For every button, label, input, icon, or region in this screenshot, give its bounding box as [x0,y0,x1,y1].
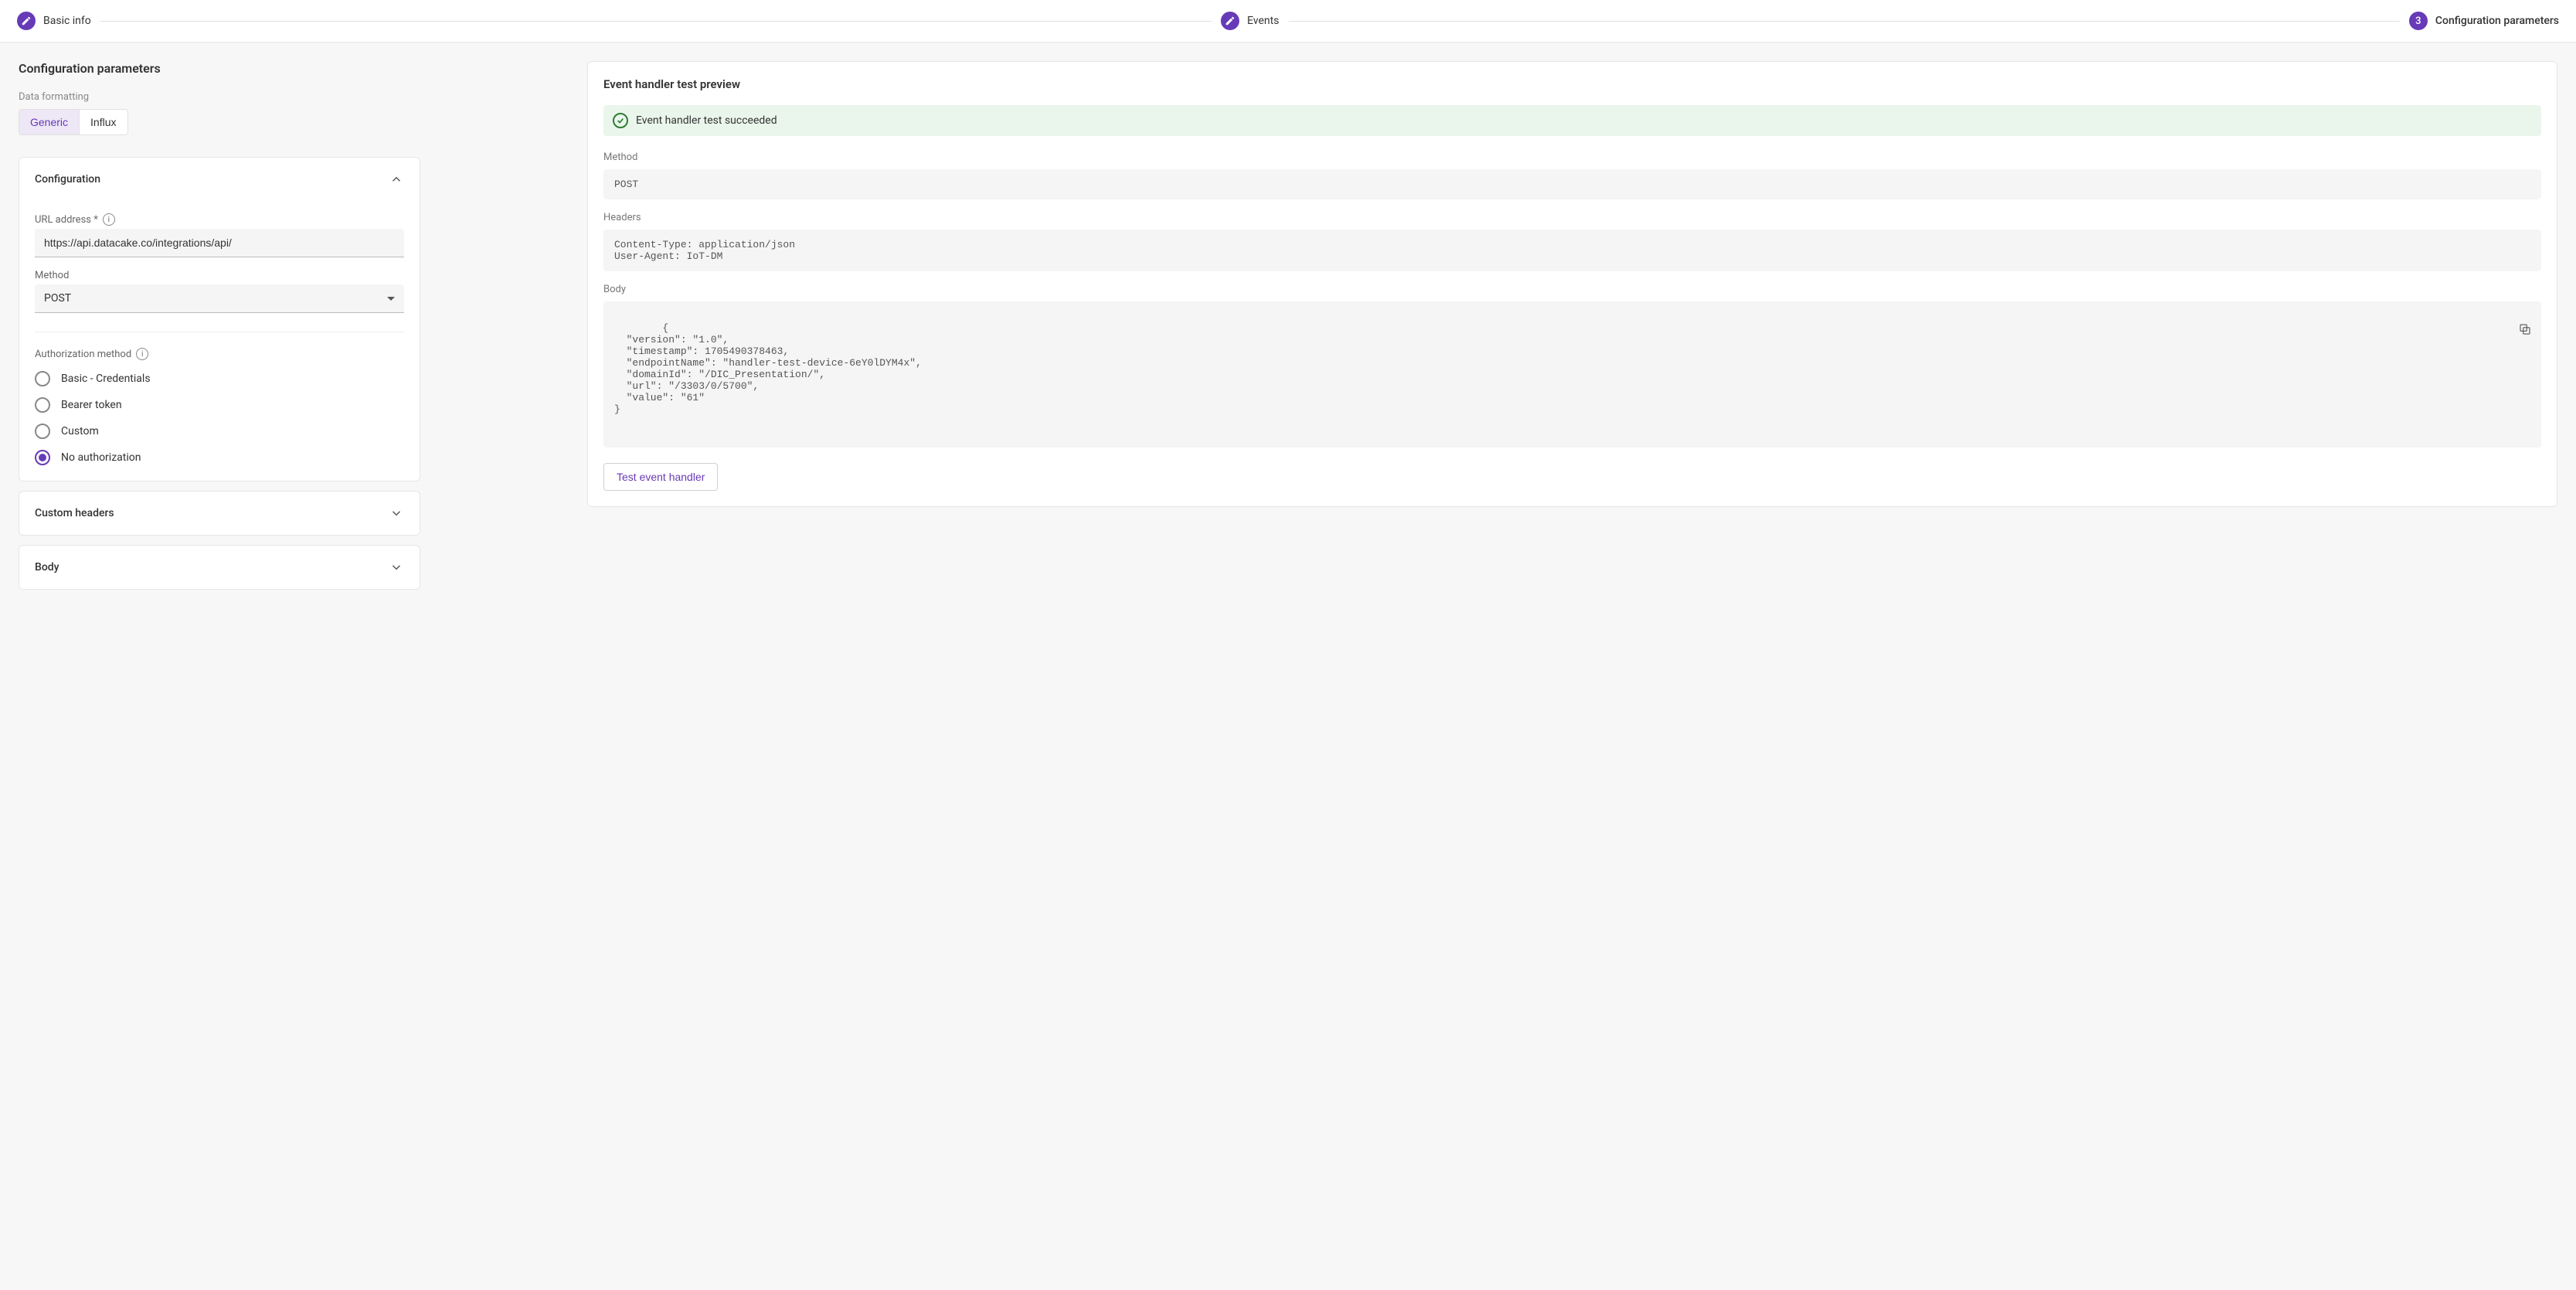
configuration-card-body: URL address * i Method POST Authorizatio… [19,213,420,481]
auth-method-label: Authorization method i [35,348,404,360]
auth-option-bearer[interactable]: Bearer token [35,397,404,413]
test-event-handler-button[interactable]: Test event handler [603,463,718,491]
auth-option-none[interactable]: No authorization [35,450,404,465]
card-title: Configuration [35,173,100,186]
caret-down-icon [387,297,395,301]
right-column: Event handler test preview Event handler… [575,61,2557,1271]
content-area: Configuration parameters Data formatting… [0,43,2576,1290]
step-label: Configuration parameters [2435,15,2559,27]
body-card-header[interactable]: Body [19,546,420,589]
success-banner: Event handler test succeeded [603,105,2541,136]
data-formatting-label: Data formatting [19,91,575,103]
check-circle-icon [613,113,628,128]
left-column: Configuration parameters Data formatting… [19,61,575,1271]
radio-label: Bearer token [61,399,122,411]
pencil-icon [17,12,36,30]
step-divider [100,21,1212,22]
success-text: Event handler test succeeded [636,114,777,127]
url-label: URL address * i [35,213,404,226]
auth-option-basic[interactable]: Basic - Credentials [35,371,404,386]
card-title: Custom headers [35,507,114,519]
custom-headers-header[interactable]: Custom headers [19,492,420,535]
toggle-influx[interactable]: Influx [79,110,127,134]
copy-button[interactable] [2486,308,2535,353]
radio-label: Basic - Credentials [61,373,151,385]
body-block-label: Body [603,284,2541,295]
step-config-params[interactable]: 3 Configuration parameters [2409,12,2559,42]
radio-icon [35,371,50,386]
data-formatting-toggle: Generic Influx [19,109,128,135]
method-select[interactable]: POST [35,284,404,313]
radio-icon [35,397,50,413]
toggle-generic[interactable]: Generic [19,110,79,134]
custom-headers-card: Custom headers [19,491,420,536]
page-title: Configuration parameters [19,61,575,76]
card-title: Body [35,561,59,574]
copy-icon [2518,322,2532,336]
radio-label: Custom [61,425,99,437]
body-block-value: { "version": "1.0", "timestamp": 1705490… [603,301,2541,448]
radio-icon [35,450,50,465]
method-value: POST [44,292,71,305]
step-events[interactable]: Events [1221,12,1279,42]
wizard-stepper: Basic info Events 3 Configuration parame… [0,0,2576,43]
body-text: { "version": "1.0", "timestamp": 1705490… [614,322,922,415]
body-card: Body [19,545,420,590]
configuration-card: Configuration URL address * i Method POS… [19,157,420,482]
radio-label: No authorization [61,451,141,464]
preview-title: Event handler test preview [603,77,2541,91]
method-block-value: POST [603,169,2541,199]
url-input[interactable] [35,229,404,257]
headers-block-value: Content-Type: application/json User-Agen… [603,230,2541,271]
auth-option-custom[interactable]: Custom [35,424,404,439]
info-icon[interactable]: i [103,213,115,226]
preview-panel: Event handler test preview Event handler… [587,61,2557,507]
chevron-down-icon [389,505,404,521]
configuration-card-header[interactable]: Configuration [19,158,420,201]
step-label: Basic info [43,15,91,27]
chevron-up-icon [389,172,404,187]
method-block-label: Method [603,151,2541,163]
step-number-icon: 3 [2409,12,2428,30]
headers-block-label: Headers [603,212,2541,223]
step-basic-info[interactable]: Basic info [17,12,91,42]
info-icon[interactable]: i [136,348,148,360]
chevron-down-icon [389,560,404,575]
radio-icon [35,424,50,439]
step-divider [1289,21,2400,22]
method-label: Method [35,270,404,281]
step-label: Events [1247,15,1279,27]
pencil-icon [1221,12,1239,30]
